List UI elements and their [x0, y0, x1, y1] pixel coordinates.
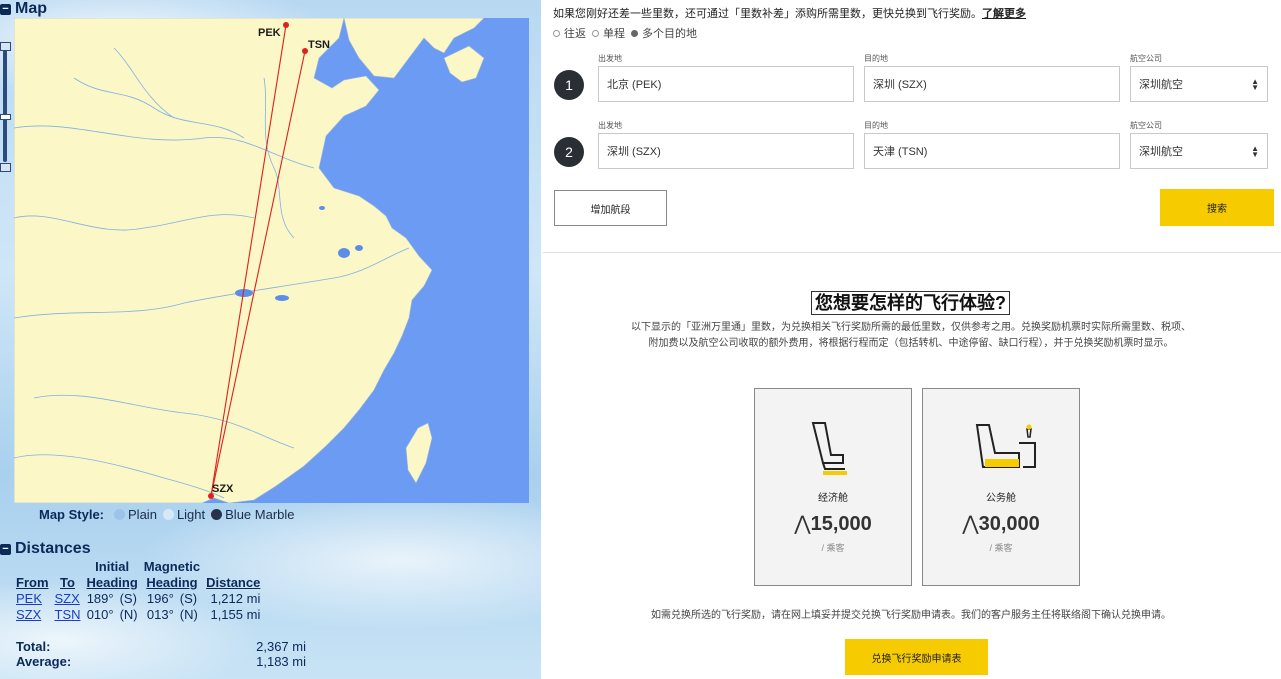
segment-number-badge: 1	[554, 70, 584, 100]
origin-field-1[interactable]: 北京 (PEK)	[598, 66, 854, 102]
map-section-title: Map	[15, 0, 47, 17]
airport-label-tsn: TSN	[308, 39, 330, 51]
globe-light-icon	[162, 509, 174, 520]
table-row: PEK SZX 189° (S) 196° (S) 1,212 mi	[16, 591, 261, 606]
great-circle-panel: − Map PEK TSN SZX Map Style: Plain Light…	[0, 0, 541, 679]
airline-label: 航空公司	[1130, 54, 1162, 63]
taiwan-landmass	[405, 422, 433, 484]
cabin-miles: ⋀30,000	[962, 513, 1040, 535]
map-style-plain[interactable]: Plain	[114, 507, 157, 522]
table-row: SZX TSN 010° (N) 013° (N) 1,155 mi	[16, 607, 261, 622]
map-style-blue-marble[interactable]: Blue Marble	[211, 507, 295, 522]
airport-label-szx: SZX	[212, 483, 234, 495]
experience-description: 以下显示的「亚洲万里通」里数，为兑换相关飞行奖励所需的最低里数，仅供参考之用。兑…	[631, 322, 1191, 349]
origin-label: 出发地	[598, 121, 622, 130]
economy-cabin-card[interactable]: 经济舱 ⋀15,000 / 乘客	[754, 388, 912, 586]
origin-field-2[interactable]: 深圳 (SZX)	[598, 133, 854, 169]
korea-south	[443, 45, 485, 83]
origin-label: 出发地	[598, 54, 622, 63]
intro-text: 如果您刚好还差一些里数，还可通过「里数补差」添购所需里数，更快兑换到飞行奖励。了…	[553, 8, 1026, 20]
collapse-icon[interactable]: −	[0, 543, 11, 555]
col-to: To	[60, 575, 75, 590]
collapse-icon[interactable]: −	[0, 3, 11, 15]
airport-link-szx[interactable]: SZX	[16, 607, 41, 622]
select-arrows-icon: ▲ ▼	[1251, 77, 1259, 92]
map-style-label: Map Style:	[39, 507, 105, 522]
map-svg: PEK TSN SZX	[14, 18, 485, 503]
cabin-name: 经济舱	[818, 493, 848, 504]
experience-heading: 您想要怎样的飞行体验?	[811, 291, 1010, 315]
airline-label: 航空公司	[1130, 121, 1162, 130]
destination-label: 目的地	[864, 121, 888, 130]
average-value: 1,183 mi	[256, 654, 306, 669]
magnetic-heading-top: Magnetic	[143, 559, 201, 574]
award-booking-panel: 如果您刚好还差一些里数，还可通过「里数补差」添购所需里数，更快兑换到飞行奖励。了…	[541, 0, 1281, 679]
trip-type-multicity[interactable]: 多个目的地	[631, 25, 697, 41]
select-arrows-icon: ▲ ▼	[1251, 144, 1259, 159]
airport-dot-pek	[283, 22, 289, 28]
average-label: Average:	[16, 654, 72, 669]
map-section-header[interactable]: − Map	[0, 0, 47, 18]
trip-type-selector: 往返 单程 多个目的地	[553, 25, 697, 41]
china-landmass	[14, 18, 433, 503]
destination-label: 目的地	[864, 54, 888, 63]
airport-link-pek[interactable]: PEK	[16, 591, 42, 606]
col-magnetic-heading: Heading	[146, 575, 198, 590]
airport-label-pek: PEK	[258, 27, 281, 39]
zoom-control[interactable]	[0, 42, 11, 172]
per-passenger: / 乘客	[821, 543, 845, 553]
trip-type-oneway[interactable]: 单程	[592, 25, 625, 41]
learn-more-link[interactable]: 了解更多	[982, 8, 1026, 20]
distance-totals: Total: 2,367 mi Average: 1,183 mi	[16, 639, 306, 669]
zoom-slider-handle[interactable]	[0, 114, 11, 120]
zoom-out-button[interactable]	[0, 163, 11, 172]
destination-field-1[interactable]: 深圳 (SZX)	[864, 66, 1120, 102]
destination-field-2[interactable]: 天津 (TSN)	[864, 133, 1120, 169]
distances-section-title: Distances	[15, 540, 91, 557]
distances-table: Initial Magnetic From To Heading Heading…	[13, 559, 263, 623]
zoom-slider-track[interactable]	[3, 50, 7, 162]
col-from: From	[16, 575, 49, 590]
airport-link-szx[interactable]: SZX	[55, 591, 80, 606]
airline-select-2[interactable]: 深圳航空 ▲ ▼	[1130, 133, 1268, 169]
per-passenger: / 乘客	[989, 543, 1013, 553]
business-seat-icon	[975, 424, 1036, 468]
map-style-selector: Map Style: Plain Light Blue Marble	[39, 507, 295, 522]
col-initial-heading: Heading	[86, 575, 138, 590]
search-button[interactable]: 搜索	[1160, 189, 1274, 226]
footer-note: 如需兑换所选的飞行奖励，请在网上填妥并提交兑换飞行奖励申请表。我们的客户服务主任…	[651, 610, 1171, 621]
total-value: 2,367 mi	[256, 639, 306, 654]
map-style-light[interactable]: Light	[162, 507, 205, 522]
distances-section-header[interactable]: − Distances	[0, 540, 91, 558]
section-divider	[543, 252, 1281, 253]
award-application-button[interactable]: 兑换飞行奖励申请表	[845, 639, 988, 675]
route-map[interactable]: PEK TSN SZX	[14, 18, 529, 503]
economy-seat-icon	[811, 422, 847, 475]
initial-heading-top: Initial	[95, 559, 130, 574]
segment-number-badge: 2	[554, 137, 584, 167]
col-distance: Distance	[206, 575, 261, 590]
cabin-name: 公务舱	[986, 493, 1016, 504]
airport-link-tsn[interactable]: TSN	[55, 607, 81, 622]
globe-plain-icon	[114, 509, 126, 520]
globe-blue-marble-icon	[211, 509, 223, 520]
airline-select-1[interactable]: 深圳航空 ▲ ▼	[1130, 66, 1268, 102]
cabin-miles: ⋀15,000	[794, 513, 872, 535]
trip-type-roundtrip[interactable]: 往返	[553, 25, 586, 41]
total-label: Total:	[16, 639, 51, 654]
business-cabin-card[interactable]: 公务舱 ⋀30,000 / 乘客	[922, 388, 1080, 586]
add-segment-button[interactable]: 增加航段	[554, 190, 667, 226]
